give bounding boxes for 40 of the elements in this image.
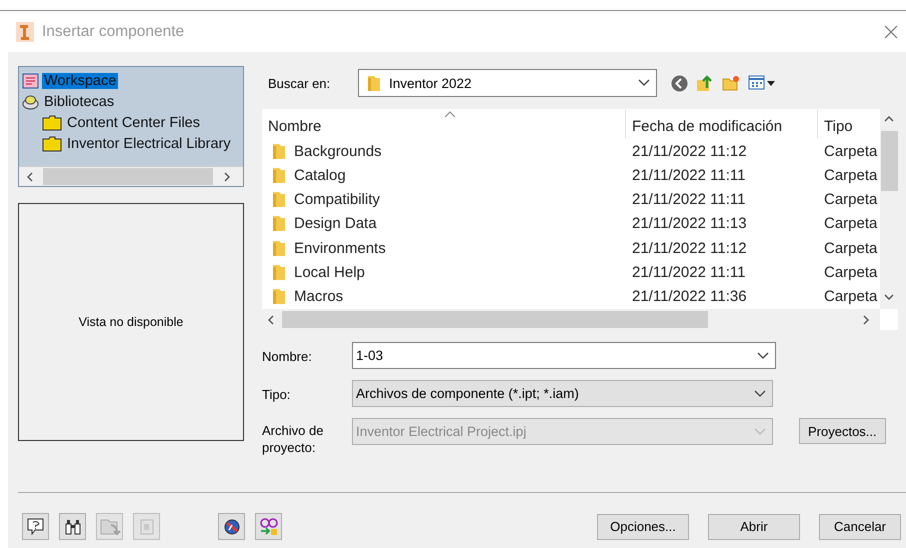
preview-message: Vista no disponible: [78, 315, 184, 329]
file-date: 21/11/2022 11:13: [632, 215, 747, 232]
file-type: Carpeta: [824, 166, 878, 184]
field-label: Archivo de proyecto:: [262, 422, 324, 456]
dropdown-field[interactable]: Archivos de componente (*.ipt; *.iam): [352, 380, 773, 407]
file-name[interactable]: Design Data: [294, 215, 377, 232]
file-type: Carpeta: [824, 264, 878, 282]
file-type: Carpeta: [824, 288, 878, 306]
look-in-dropdown[interactable]: Inventor 2022: [358, 69, 657, 97]
file-name[interactable]: Catalog: [294, 166, 346, 184]
file-name[interactable]: Backgrounds: [294, 142, 382, 160]
tree-item[interactable]: Workspace: [42, 72, 118, 88]
file-date: 21/11/2022 11:11: [632, 191, 746, 208]
column-header[interactable]: Tipo: [818, 109, 880, 139]
file-date: 21/11/2022 11:12: [632, 142, 747, 160]
file-date: 21/11/2022 11:12: [632, 240, 747, 257]
file-type: Carpeta: [824, 240, 878, 257]
dialog-button[interactable]: Opciones...: [597, 514, 689, 540]
column-header[interactable]: Nombre: [262, 109, 626, 139]
file-date: 21/11/2022 11:36: [632, 288, 747, 306]
file-name[interactable]: Compatibility: [294, 191, 380, 208]
tree-item[interactable]: Content Center Files: [65, 114, 202, 130]
file-name[interactable]: Local Help: [294, 264, 365, 282]
field-label: Tipo:: [262, 386, 292, 403]
dialog-button[interactable]: Abrir: [708, 514, 800, 540]
tree-item[interactable]: Inventor Electrical Library: [65, 136, 233, 152]
look-in-label: Buscar en:: [268, 76, 332, 90]
file-date: 21/11/2022 11:11: [632, 166, 746, 184]
file-name[interactable]: Environments: [294, 240, 386, 257]
tree-item[interactable]: Bibliotecas: [42, 94, 116, 110]
file-type: Carpeta: [824, 215, 878, 232]
window-title: Insertar componente: [42, 22, 186, 40]
field-label: Nombre:: [262, 348, 313, 365]
file-type: Carpeta: [824, 191, 878, 208]
dialog-button[interactable]: Cancelar: [819, 514, 901, 540]
file-date: 21/11/2022 11:11: [632, 264, 746, 282]
column-header[interactable]: Fecha de modificación: [626, 109, 818, 139]
name-field[interactable]: 1-03: [352, 342, 776, 369]
file-type: Carpeta: [824, 142, 878, 160]
file-name[interactable]: Macros: [294, 288, 344, 306]
